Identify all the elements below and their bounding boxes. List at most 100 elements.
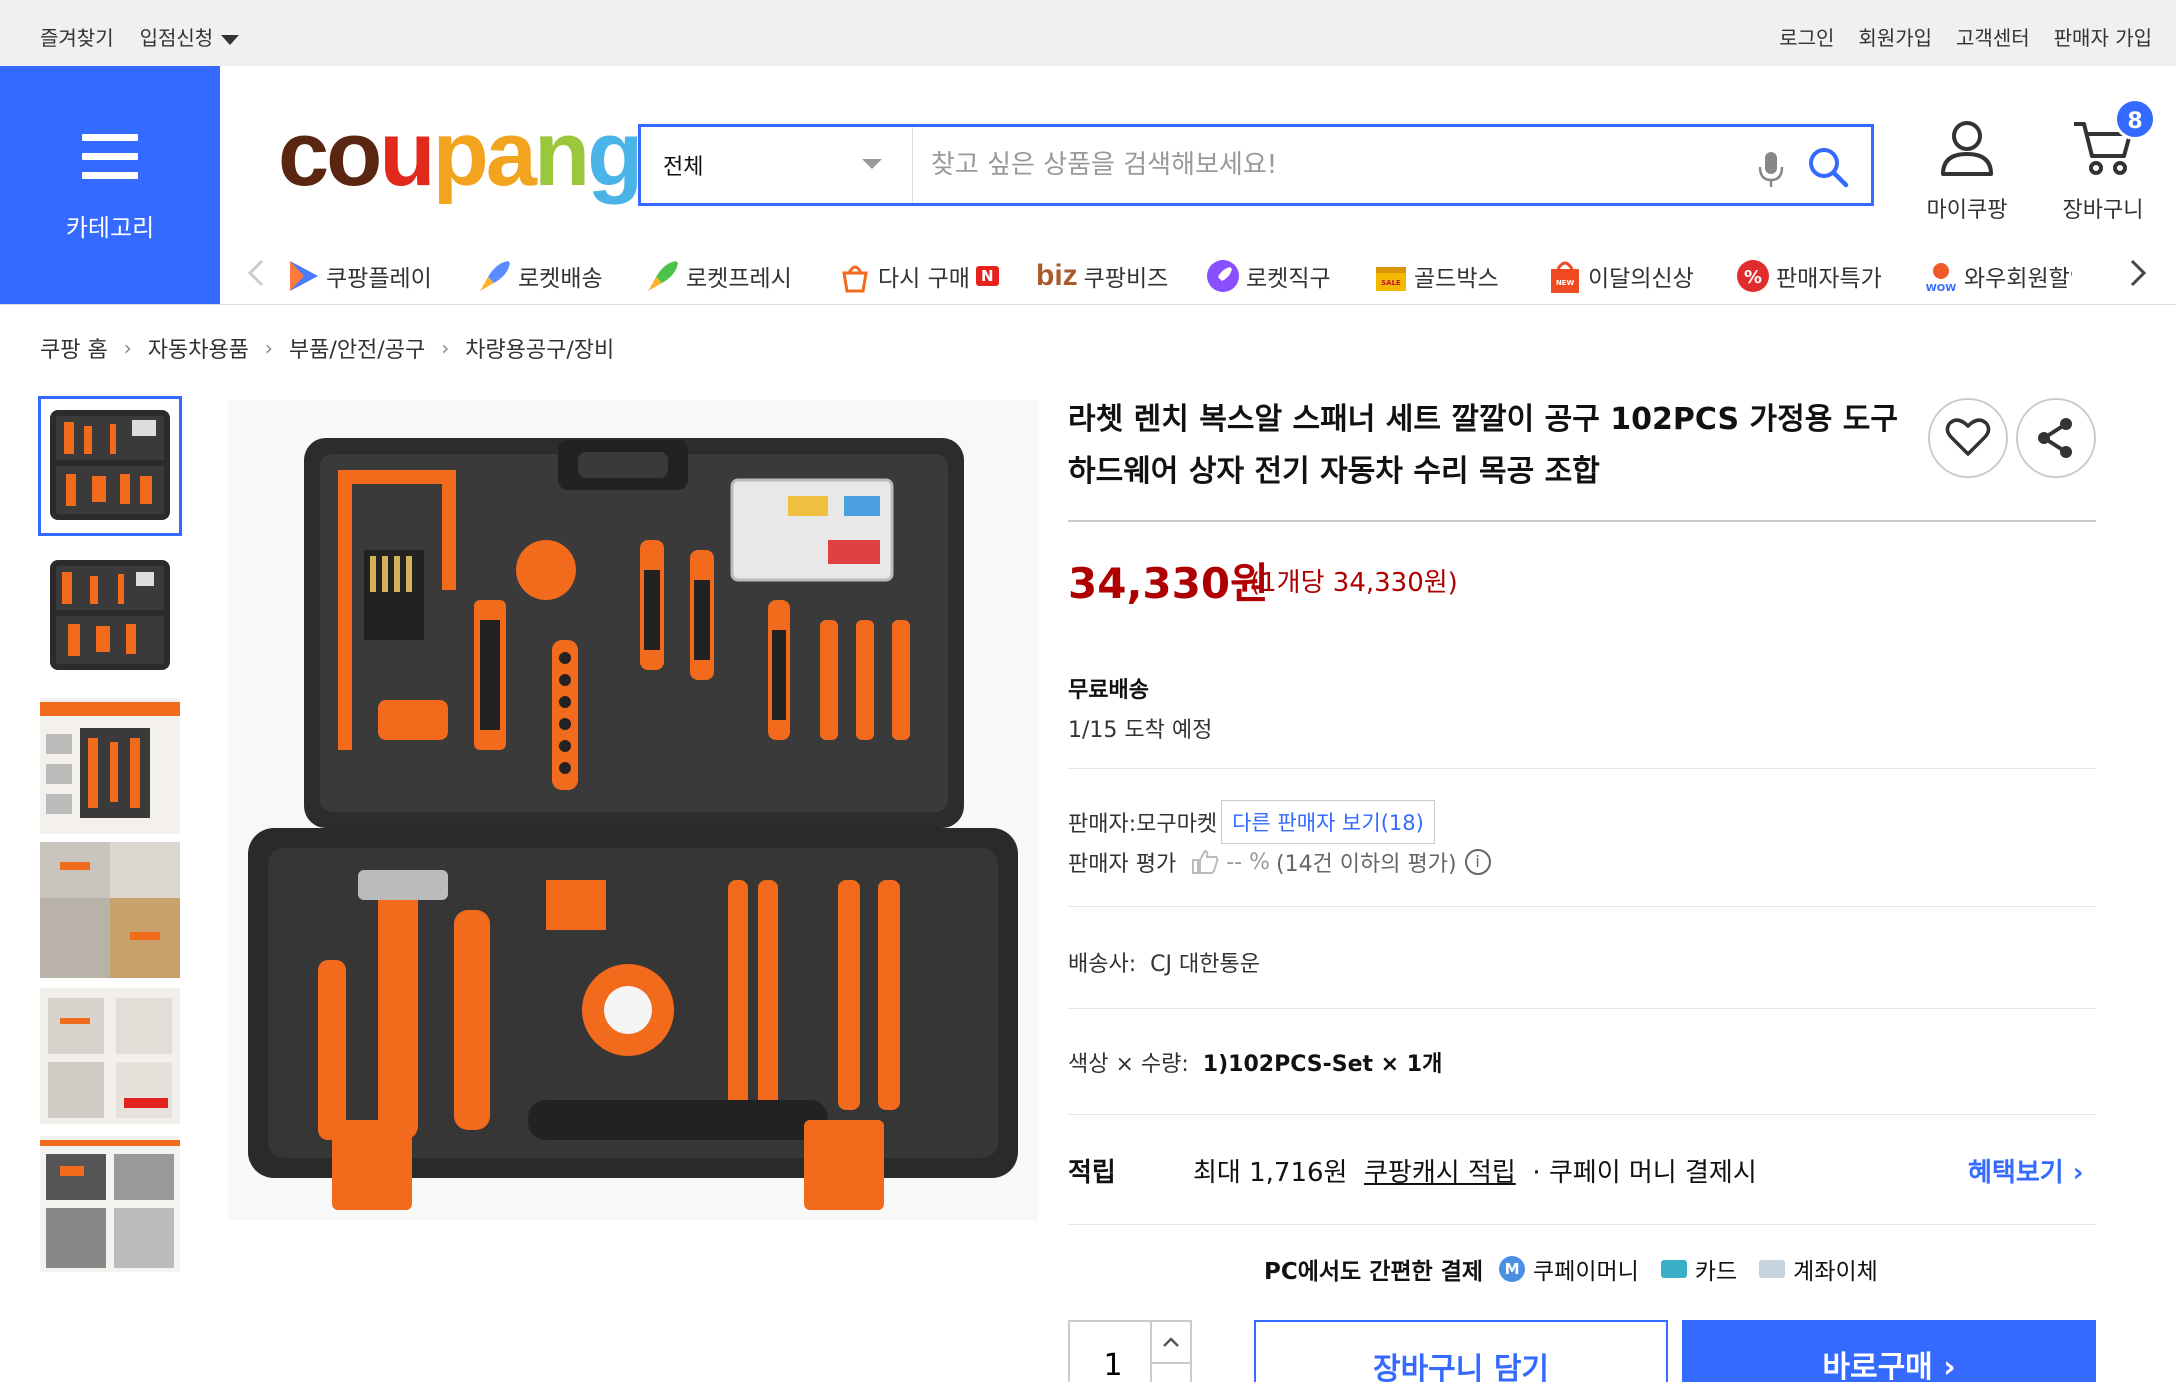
nav-item-goldbox[interactable]: SALE 골드박스 [1372, 254, 1499, 298]
breadcrumb-item[interactable]: 쿠팡 홈 [40, 332, 108, 364]
nav-item-monthly-new[interactable]: NEW 이달의신상 [1546, 254, 1694, 298]
info-icon[interactable]: i [1464, 849, 1491, 875]
global-rocket-icon [1207, 260, 1239, 292]
carrier-row: 배송사: CJ 대한통운 [1068, 946, 1260, 978]
quantity-increase-button[interactable] [1152, 1322, 1190, 1364]
product-thumbnail[interactable] [40, 842, 180, 978]
product-main-image[interactable] [228, 400, 1038, 1220]
svg-text:NEW: NEW [1556, 279, 1575, 287]
vendor-apply-label: 입점신청 [139, 26, 214, 50]
buy-now-button[interactable]: 바로구매 › [1682, 1320, 2096, 1382]
option-row: 색상 × 수량: 1)102PCS-Set × 1개 [1068, 1046, 1442, 1078]
seller-rating-label: 판매자 평가 [1068, 852, 1177, 877]
product-thumbnail[interactable] [40, 988, 180, 1124]
product-thumbnail[interactable] [40, 1136, 180, 1272]
chevron-up-icon [1163, 1337, 1179, 1347]
quantity-stepper [1068, 1320, 1192, 1382]
benefit-link[interactable]: 혜택보기 › [1968, 1152, 2083, 1189]
nav-item-rocket-delivery[interactable]: 로켓배송 [476, 254, 603, 298]
share-button[interactable] [2016, 398, 2096, 478]
nav-label: 판매자특가 [1776, 266, 1882, 292]
user-icon [1941, 121, 1993, 176]
section-divider [1068, 1224, 2096, 1225]
breadcrumb-item[interactable]: 부품/안전/공구 [289, 332, 425, 364]
coupay-money-icon: M [1499, 1256, 1526, 1282]
product-thumbnail[interactable] [38, 396, 182, 536]
option-label: 색상 × 수량: [1068, 1052, 1189, 1077]
customer-center-link[interactable]: 고객센터 [1956, 22, 2030, 51]
nav-item-coupang-play[interactable]: 쿠팡플레이 [284, 254, 432, 298]
chevron-right-icon: › [2072, 1158, 2084, 1188]
nav-item-rocket-fresh[interactable]: 로켓프레시 [644, 254, 792, 298]
microphone-icon[interactable] [1754, 149, 1788, 189]
heart-icon [1945, 418, 1991, 456]
arrival-date: 1/15 도착 예정 [1068, 718, 1213, 743]
top-utility-bar: 즐겨찾기 입점신청 로그인 회원가입 고객센터 판매자 가입 [0, 0, 2176, 66]
my-coupang-button[interactable]: 마이쿠팡 [1912, 116, 2022, 224]
signup-link[interactable]: 회원가입 [1858, 22, 1932, 51]
reward-row: 최대 1,716원 쿠팡캐시 적립 · 쿠페이 머니 결제시 [1193, 1152, 1757, 1189]
seller-rating-value: -- % [1226, 849, 1270, 875]
section-divider [1068, 768, 2096, 769]
search-bar: 전체 [638, 124, 1874, 206]
payment-option-label: 계좌이체 [1793, 1259, 1878, 1285]
breadcrumb-item[interactable]: 차량용공구/장비 [465, 332, 614, 364]
bank-transfer-option: 계좌이체 [1759, 1252, 1878, 1286]
benefit-label: 혜택보기 [1968, 1158, 2064, 1188]
nav-label: 쿠팡비즈 [1083, 266, 1169, 292]
svg-text:%: % [1744, 267, 1762, 288]
goldbox-icon: SALE [1376, 267, 1406, 291]
nav-item-wow-discount[interactable]: WOW 와우회원할인 [1922, 254, 2072, 298]
quantity-input[interactable] [1070, 1348, 1156, 1382]
search-scope-value: 전체 [663, 155, 704, 180]
product-title: 라쳇 렌치 복스알 스패너 세트 깔깔이 공구 102PCS 가정용 도구 하드… [1068, 402, 1898, 489]
carrier-name: CJ 대한통운 [1150, 952, 1260, 977]
nav-label: 로켓직구 [1246, 266, 1331, 292]
coupang-logo[interactable]: coupang [278, 108, 643, 200]
reward-max: 최대 1,716원 [1193, 1158, 1348, 1188]
wow-icon: WOW [1926, 263, 1957, 294]
header-divider [0, 304, 2176, 305]
reward-condition: · 쿠페이 머니 결제시 [1532, 1158, 1757, 1188]
breadcrumb: 쿠팡 홈 › 자동차용품 › 부품/안전/공구 › 차량용공구/장비 [40, 332, 614, 364]
product-thumbnail[interactable] [40, 698, 180, 834]
option-value: 1)102PCS-Set × 1개 [1202, 1052, 1443, 1077]
other-sellers-button[interactable]: 다른 판매자 보기(18) [1221, 800, 1435, 844]
search-scope-select[interactable]: 전체 [641, 127, 913, 203]
dropdown-triangle-icon [862, 159, 882, 169]
coupang-cash-link[interactable]: 쿠팡캐시 적립 [1364, 1158, 1516, 1188]
login-link[interactable]: 로그인 [1779, 22, 1834, 51]
payment-options: PC에서도 간편한 결제 M 쿠페이머니 카드 계좌이체 [1264, 1252, 1900, 1286]
quantity-stepper-buttons [1150, 1322, 1190, 1382]
cart-label: 장바구니 [2062, 198, 2144, 223]
chevron-right-icon: › [264, 336, 273, 360]
play-icon [290, 261, 318, 291]
search-input[interactable] [931, 145, 1711, 185]
category-menu-button[interactable]: 카테고리 [0, 66, 220, 304]
seller-name[interactable]: 모구마켓 [1136, 806, 1217, 838]
svg-text:WOW: WOW [1926, 283, 1957, 294]
nav-item-rebuy[interactable]: 다시 구매 N [836, 254, 999, 298]
product-thumbnail[interactable] [40, 548, 180, 684]
chevron-right-icon[interactable] [2122, 258, 2152, 288]
nav-item-seller-deal[interactable]: % 판매자특가 [1734, 254, 1882, 298]
wishlist-button[interactable] [1928, 398, 2008, 478]
nav-label: 로켓프레시 [686, 266, 792, 292]
payment-option-label: 쿠페이머니 [1533, 1259, 1639, 1285]
search-icon[interactable] [1806, 145, 1850, 189]
thumbs-up-icon [1192, 849, 1219, 874]
svg-text:SALE: SALE [1381, 279, 1401, 287]
biz-icon: biz [1036, 259, 1078, 292]
vendor-apply-link[interactable]: 입점신청 [140, 22, 240, 51]
chevron-right-icon: › [1943, 1350, 1956, 1382]
add-to-cart-button[interactable]: 장바구니 담기 [1254, 1320, 1668, 1382]
buy-now-label: 바로구매 [1822, 1350, 1933, 1382]
nav-item-rocket-global[interactable]: 로켓직구 [1204, 254, 1331, 298]
chevron-left-icon[interactable] [242, 258, 272, 288]
seller-signup-link[interactable]: 판매자 가입 [2054, 22, 2152, 51]
breadcrumb-item[interactable]: 자동차용품 [148, 332, 249, 364]
unit-price: (1개당 34,330원) [1250, 568, 1458, 598]
favorites-link[interactable]: 즐겨찾기 [40, 22, 114, 51]
payment-heading: PC에서도 간편한 결제 [1264, 1259, 1484, 1285]
nav-item-coupang-biz[interactable]: biz 쿠팡비즈 [1036, 254, 1168, 298]
